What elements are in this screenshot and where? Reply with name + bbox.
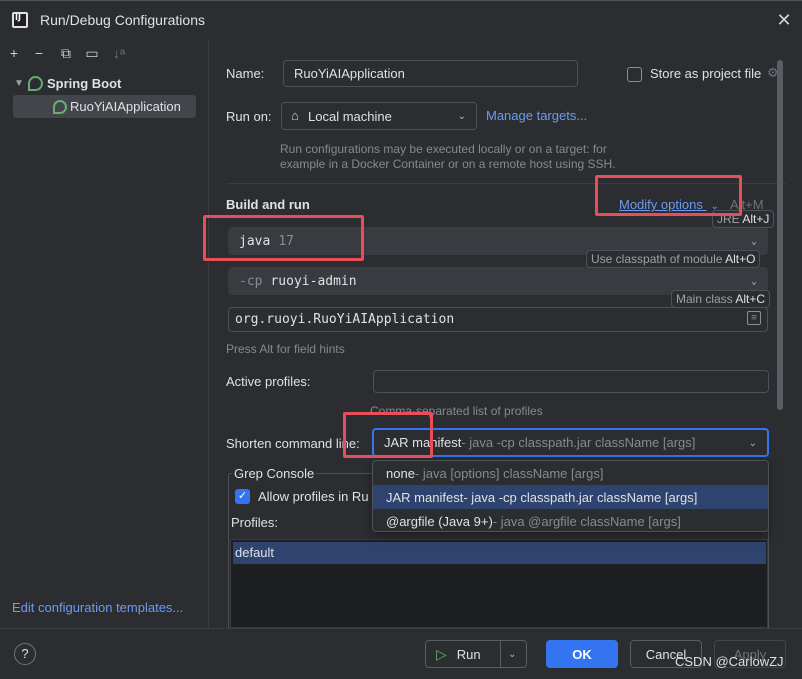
profiles-label: Profiles: [231, 515, 278, 530]
tree-item-label: RuoYiAIApplication [70, 99, 181, 114]
spring-boot-icon [28, 75, 43, 91]
list-item[interactable]: default [233, 542, 766, 564]
highlight-shorten-command [343, 412, 433, 458]
watermark: CSDN @CarlowZJ [675, 654, 784, 669]
manage-targets-link[interactable]: Manage targets... [486, 108, 587, 123]
run-on-label: Run on: [226, 109, 272, 124]
intellij-icon [12, 12, 28, 28]
chevron-down-icon[interactable]: ⌄ [508, 649, 516, 660]
store-label: Store as project file [650, 66, 762, 81]
allow-profiles-checkbox[interactable]: ✓ [235, 489, 250, 504]
run-on-hint-line-1: Run configurations may be executed local… [280, 142, 607, 156]
main-class-shortcut-hint: Main class Alt+C [671, 290, 771, 308]
option-jar-manifest[interactable]: JAR manifest - java -cp classpath.jar cl… [373, 485, 768, 509]
profiles-list[interactable]: default [230, 539, 768, 628]
classpath-shortcut-hint: Use classpath of module Alt+O [586, 250, 761, 268]
spring-boot-icon [53, 99, 67, 114]
name-value: RuoYiAIApplication [294, 66, 405, 81]
highlight-modify-options [595, 175, 742, 216]
ok-button[interactable]: OK [546, 640, 618, 668]
configuration-form: Name: RuoYiAIApplication Store as projec… [210, 40, 802, 633]
main-class-value: org.ruoyi.RuoYiAIApplication [235, 312, 455, 327]
option-none[interactable]: none - java [options] className [args] [373, 461, 768, 485]
help-button[interactable]: ? [14, 643, 36, 665]
chevron-down-icon: ⌄ [457, 111, 466, 122]
allow-profiles-label: Allow profiles in Ru [258, 489, 369, 504]
highlight-jre [203, 215, 364, 261]
option-argfile[interactable]: @argfile (Java 9+) - java @argfile class… [373, 509, 768, 533]
active-profiles-field[interactable] [373, 370, 769, 393]
shorten-command-line-label: Shorten command line: [226, 436, 360, 451]
divider [500, 641, 501, 667]
run-label: Run [456, 646, 481, 662]
cp-module-value: ruoyi-admin [270, 273, 357, 289]
tree-group-label: Spring Boot [47, 75, 122, 91]
close-icon[interactable]: ✕ [774, 10, 794, 30]
grep-console-title: Grep Console [232, 466, 317, 481]
run-on-select[interactable]: ⌂ Local machine ⌄ [281, 102, 477, 130]
remove-icon[interactable]: − [30, 44, 48, 62]
tree-item-ruoyi-application[interactable]: RuoYiAIApplication [13, 95, 196, 118]
scrollbar[interactable] [777, 60, 783, 410]
tree-group-spring-boot[interactable]: ▼ Spring Boot [14, 73, 121, 93]
run-on-hint-line-2: example in a Docker Container or on a re… [280, 157, 616, 171]
copy-icon[interactable]: ⧉ [57, 44, 75, 62]
edit-templates-link[interactable]: Edit configuration templates... [12, 600, 183, 615]
browse-icon[interactable]: ≡ [747, 311, 761, 325]
main-class-field[interactable]: org.ruoyi.RuoYiAIApplication ≡ [228, 307, 768, 332]
window-title: Run/Debug Configurations [40, 12, 205, 28]
chevron-down-icon: ⌄ [750, 236, 757, 247]
active-profiles-label: Active profiles: [226, 374, 311, 389]
cp-prefix: -cp [239, 273, 263, 289]
section-build-and-run: Build and run [226, 197, 310, 212]
store-as-project-file-checkbox[interactable] [627, 67, 642, 82]
name-field[interactable]: RuoYiAIApplication [283, 60, 578, 87]
field-hint: Press Alt for field hints [226, 342, 345, 356]
name-label: Name: [226, 66, 265, 81]
configurations-sidebar: + − ⧉ ▭ ↓ᵃ ▼ Spring Boot RuoYiAIApplicat… [0, 40, 209, 628]
chevron-down-icon: ⌄ [750, 276, 757, 287]
chevron-down-icon: ⌄ [748, 437, 757, 449]
chevron-down-icon[interactable]: ▼ [14, 78, 28, 89]
add-icon[interactable]: + [5, 44, 23, 62]
shorten-value-detail: - java -cp classpath.jar className [args… [461, 435, 696, 450]
sort-icon[interactable]: ↓ᵃ [110, 44, 128, 62]
title-bar: Run/Debug Configurations ✕ [0, 0, 802, 40]
run-on-value: Local machine [308, 108, 392, 124]
play-icon: ▷ [436, 645, 447, 662]
home-icon: ⌂ [291, 108, 299, 123]
folder-icon[interactable]: ▭ [83, 44, 101, 62]
shorten-command-line-popup: none - java [options] className [args] J… [372, 460, 769, 532]
run-button[interactable]: ▷ Run ⌄ [425, 640, 527, 668]
